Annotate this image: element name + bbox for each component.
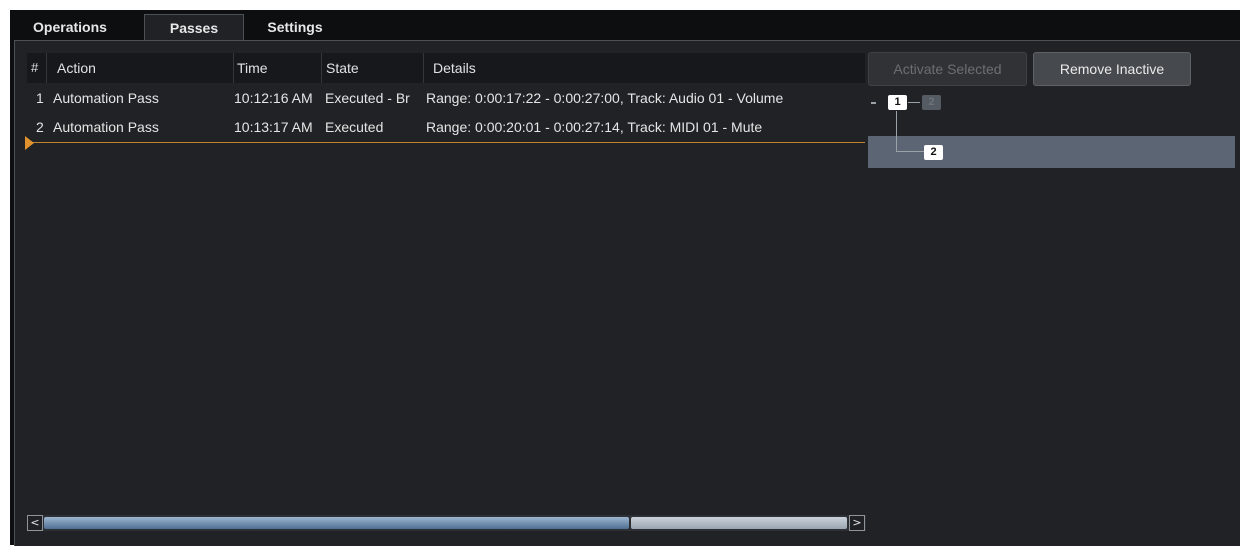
- tab-settings[interactable]: Settings: [255, 14, 335, 40]
- col-state-header[interactable]: State: [326, 53, 416, 83]
- column-divider[interactable]: [321, 53, 322, 83]
- row-action: Automation Pass: [53, 119, 159, 135]
- remove-inactive-button[interactable]: Remove Inactive: [1033, 52, 1191, 86]
- row-details: Range: 0:00:20:01 - 0:00:27:14, Track: M…: [426, 119, 763, 135]
- tab-operations[interactable]: Operations: [19, 14, 121, 40]
- tree-connector: [896, 151, 924, 152]
- column-divider[interactable]: [46, 53, 47, 83]
- row-number: 2: [36, 119, 44, 135]
- scrollbar-track[interactable]: [631, 517, 847, 529]
- col-action-header[interactable]: Action: [57, 53, 207, 83]
- tab-passes[interactable]: Passes: [144, 14, 244, 42]
- row-details: Range: 0:00:17:22 - 0:00:27:00, Track: A…: [426, 90, 784, 106]
- table-row[interactable]: 2 Automation Pass 10:13:17 AM Executed R…: [27, 113, 865, 141]
- row-time: 10:12:16 AM: [234, 90, 313, 106]
- horizontal-scrollbar[interactable]: < >: [27, 515, 866, 531]
- row-action: Automation Pass: [53, 90, 159, 106]
- tree-node-2-inactive[interactable]: 2: [922, 95, 941, 110]
- tree-dash-icon: [871, 102, 876, 104]
- current-position-marker-icon[interactable]: [25, 136, 34, 150]
- scroll-right-icon[interactable]: >: [849, 515, 865, 531]
- scroll-left-icon[interactable]: <: [27, 515, 43, 531]
- tree-connector: [896, 111, 897, 151]
- tree-node-1[interactable]: 1: [888, 95, 907, 110]
- row-state: Executed - Br: [325, 90, 410, 106]
- row-time: 10:13:17 AM: [234, 119, 313, 135]
- row-state: Executed: [325, 119, 384, 135]
- col-number-header[interactable]: #: [31, 53, 43, 83]
- column-divider[interactable]: [233, 53, 234, 83]
- table-row[interactable]: 1 Automation Pass 10:12:16 AM Executed -…: [27, 84, 865, 112]
- column-divider[interactable]: [423, 53, 424, 83]
- row-number: 1: [36, 90, 44, 106]
- scrollbar-thumb[interactable]: [44, 517, 629, 529]
- tree-connector: [908, 102, 920, 103]
- tree-node-2-selected[interactable]: 2: [924, 145, 943, 160]
- current-position-line: [27, 142, 865, 143]
- activate-selected-button[interactable]: Activate Selected: [868, 52, 1027, 86]
- col-details-header[interactable]: Details: [433, 53, 733, 83]
- table-header: # Action Time State Details: [27, 53, 865, 83]
- col-time-header[interactable]: Time: [237, 53, 317, 83]
